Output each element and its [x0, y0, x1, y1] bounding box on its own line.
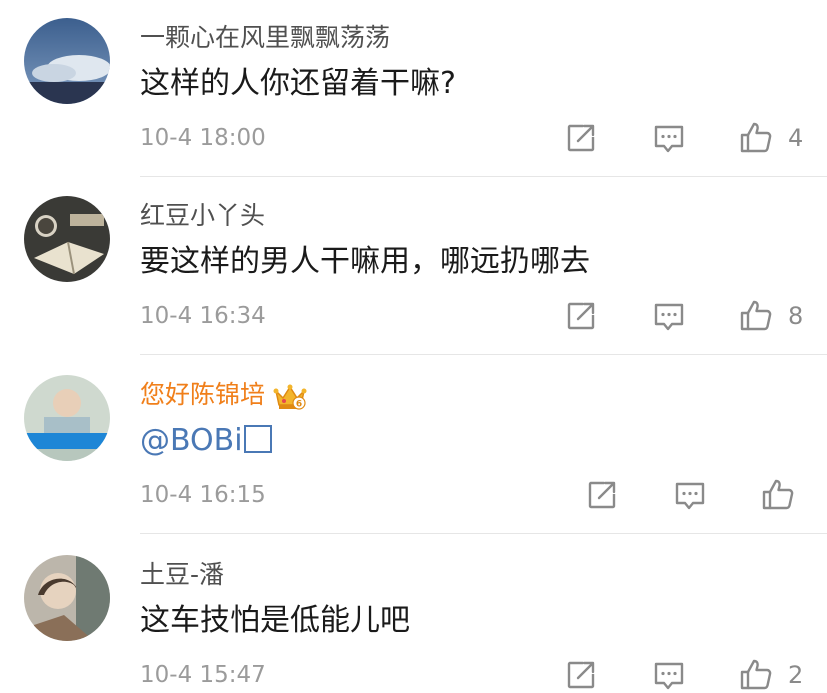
comment-text: 这车技怕是低能儿吧 [140, 603, 410, 638]
thumbs-up-icon[interactable] [738, 120, 774, 156]
share-icon[interactable] [563, 120, 599, 156]
comment-text: 要这样的男人干嘛用，哪远扔哪去 [140, 244, 590, 279]
username[interactable]: 一颗心在风里飘飘荡荡 [140, 22, 390, 54]
timestamp: 10-4 15:47 [140, 662, 266, 688]
comment-icon[interactable] [651, 298, 687, 334]
username[interactable]: 土豆-潘 [140, 559, 224, 591]
comment-text[interactable]: @BOBi [140, 421, 272, 461]
timestamp: 10-4 18:00 [140, 125, 266, 151]
missing-glyph-box [243, 425, 272, 453]
avatar[interactable] [24, 18, 110, 104]
crown-vip-badge-icon: 6 [273, 381, 307, 411]
username[interactable]: 红豆小丫头 [140, 200, 265, 232]
mention-link[interactable]: @BOBi [140, 423, 243, 458]
timestamp: 10-4 16:15 [140, 482, 266, 508]
avatar[interactable] [24, 196, 110, 282]
timestamp: 10-4 16:34 [140, 303, 266, 329]
thumbs-up-icon[interactable] [738, 657, 774, 693]
comment-icon[interactable] [672, 477, 708, 513]
divider [140, 354, 827, 355]
divider [140, 176, 827, 177]
comment-icon[interactable] [651, 657, 687, 693]
avatar[interactable] [24, 375, 110, 461]
comment-icon[interactable] [651, 120, 687, 156]
thumbs-up-icon[interactable] [760, 477, 796, 513]
avatar[interactable] [24, 555, 110, 641]
divider [140, 533, 827, 534]
like-count: 8 [788, 302, 804, 330]
share-icon[interactable] [584, 477, 620, 513]
username-text: 您好陈锦培 [140, 380, 266, 409]
vip-level: 6 [296, 400, 302, 410]
share-icon[interactable] [563, 298, 599, 334]
share-icon[interactable] [563, 657, 599, 693]
comment-text: 这样的人你还留着干嘛? [140, 66, 456, 101]
thumbs-up-icon[interactable] [738, 298, 774, 334]
username[interactable]: 您好陈锦培 6 [140, 379, 307, 411]
like-count: 4 [788, 124, 804, 152]
like-count: 2 [788, 661, 804, 689]
